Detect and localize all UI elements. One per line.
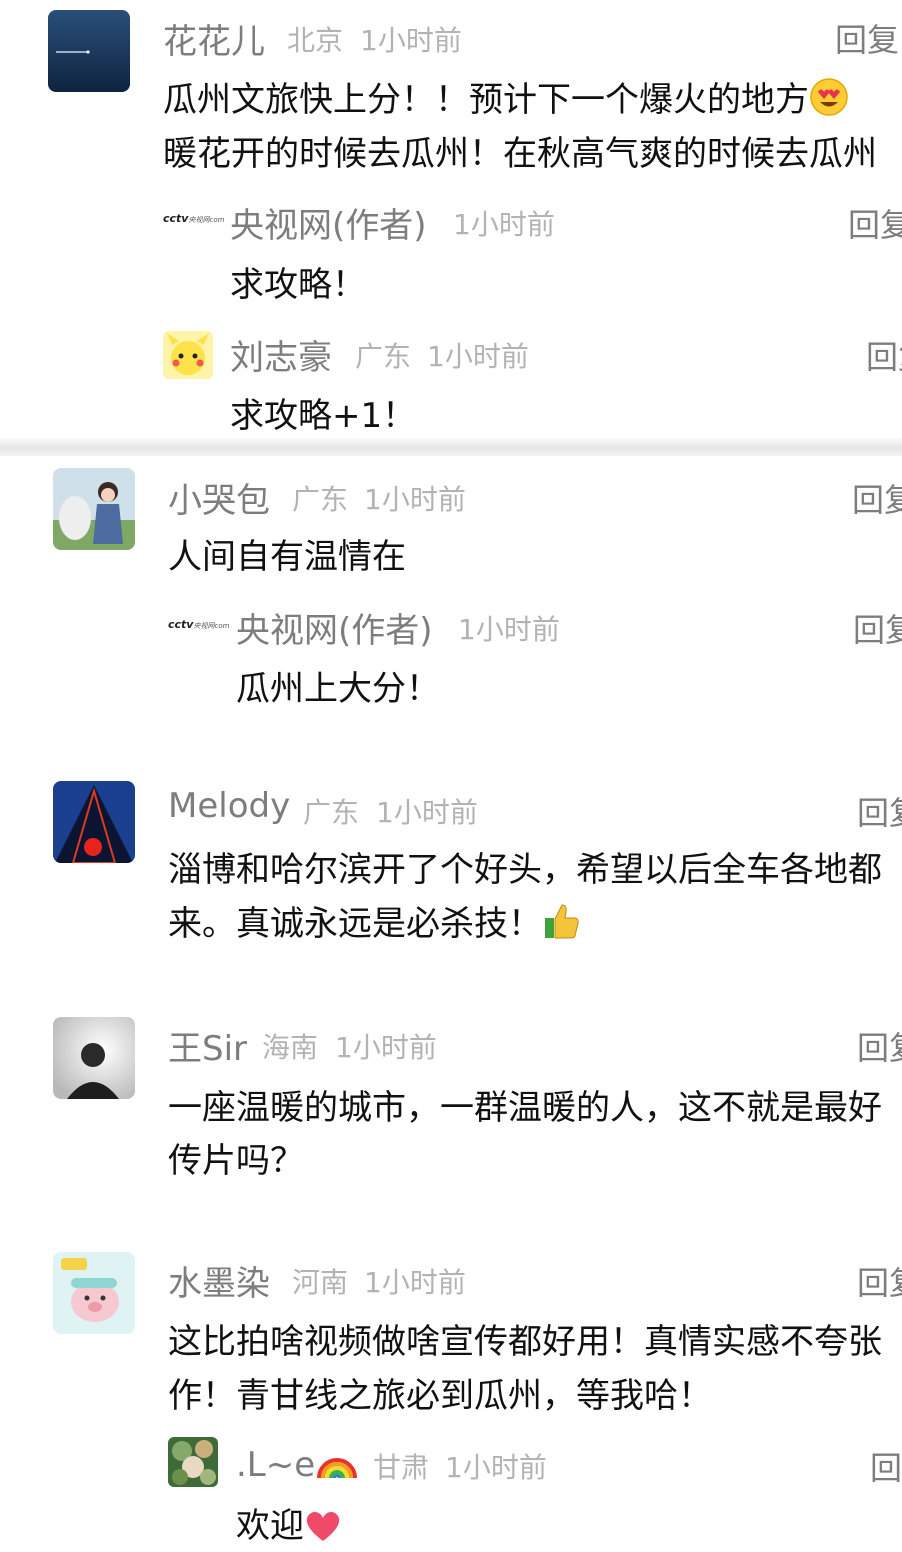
comment-text: 来。真诚永远是必杀技！ xyxy=(168,904,542,944)
comment-location: 河南 xyxy=(292,1266,349,1299)
comment-text: 人间自有温情在 xyxy=(168,537,406,577)
reply-time: 1小时前 xyxy=(453,208,555,241)
avatar[interactable] xyxy=(53,468,135,550)
reply-button[interactable]: 回复 xyxy=(866,332,902,378)
comment-text-line: 来。真诚永远是必杀技！ xyxy=(168,896,582,950)
reply-button[interactable]: 回复 xyxy=(848,200,902,246)
comment-author[interactable]: 小哭包 xyxy=(168,473,270,522)
comment-item: 小哭包 广东 1小时前 回复 人间自有温情在 cctv央视网com 央视网(作者… xyxy=(0,456,902,756)
comment-item: 王Sir 海南 1小时前 回复 一座温暖的城市，一群温暖的人，这不就是最好 传片… xyxy=(0,1005,902,1225)
comment-text: 这比拍啥视频做啥宣传都好用！真情实感不夸张 xyxy=(168,1322,882,1362)
avatar[interactable] xyxy=(48,10,130,92)
reply-author[interactable]: .L~e xyxy=(236,1442,359,1491)
comment-author[interactable]: Melody xyxy=(168,786,290,826)
comment-location: 北京 xyxy=(287,24,344,57)
reply-button[interactable]: 回复 xyxy=(853,605,902,651)
comment-time: 1小时前 xyxy=(364,483,466,516)
comment-author[interactable]: 水墨染 xyxy=(168,1256,270,1305)
reply-text: 求攻略+1！ xyxy=(230,396,417,436)
reply-author[interactable]: 央视网(作者) xyxy=(236,603,433,652)
comment-text: 淄博和哈尔滨开了个好头，希望以后全车各地都 xyxy=(168,850,882,890)
comment-text: 一座温暖的城市，一群温暖的人，这不就是最好 xyxy=(168,1088,882,1128)
reply-button[interactable]: 回复 xyxy=(870,1443,902,1489)
comment-text-line: 瓜州文旅快上分！！预计下一个爆火的地方 xyxy=(163,72,849,126)
comment-location: 广东 xyxy=(303,796,360,829)
reply-author[interactable]: 央视网(作者) xyxy=(230,198,427,247)
comment-text: 作！青甘线之旅必到瓜州，等我哈！ xyxy=(168,1376,712,1416)
comment-author[interactable]: 王Sir xyxy=(168,1021,247,1070)
cctv-logo: cctv央视网com xyxy=(168,618,230,631)
avatar[interactable] xyxy=(168,1437,218,1487)
comment-text: 瓜州文旅快上分！！预计下一个爆火的地方 xyxy=(163,80,809,120)
section-divider xyxy=(0,438,902,456)
reply-location: 广东 xyxy=(355,340,412,373)
reply-text: 瓜州上大分！ xyxy=(236,669,440,709)
comment-item: Melody 广东 1小时前 回复 淄博和哈尔滨开了个好头，希望以后全车各地都 … xyxy=(0,770,902,990)
avatar[interactable] xyxy=(53,1017,135,1099)
reply-button[interactable]: 回复 xyxy=(835,15,899,61)
heart-eyes-emoji xyxy=(809,77,849,126)
reply-button[interactable]: 回复 xyxy=(857,1258,902,1304)
reply-button[interactable]: 回复 xyxy=(852,475,902,521)
comment-item: 花花儿 北京 1小时前 回复 瓜州文旅快上分！！预计下一个爆火的地方 暖花开的时… xyxy=(0,0,902,438)
reply-time: 1小时前 xyxy=(458,613,560,646)
comment-author[interactable]: 花花儿 xyxy=(163,14,265,63)
reply-button[interactable]: 回复 xyxy=(857,1023,902,1069)
reply-time: 1小时前 xyxy=(445,1451,547,1484)
comment-text: 暖花开的时候去瓜州！在秋高气爽的时候去瓜州 xyxy=(163,134,877,174)
comment-time: 1小时前 xyxy=(335,1031,437,1064)
comment-item: 水墨染 河南 1小时前 回复 这比拍啥视频做啥宣传都好用！真情实感不夸张 作！青… xyxy=(0,1240,902,1546)
comment-time: 1小时前 xyxy=(376,796,478,829)
cctv-logo: cctv央视网com xyxy=(163,212,225,225)
thumbs-up-emoji xyxy=(542,901,582,950)
comment-location: 海南 xyxy=(262,1031,319,1064)
rainbow-emoji xyxy=(315,1442,359,1491)
heart-emoji xyxy=(304,1509,342,1552)
comment-time: 1小时前 xyxy=(364,1266,466,1299)
avatar[interactable] xyxy=(163,331,213,379)
comment-location: 广东 xyxy=(292,483,349,516)
reply-author[interactable]: 刘志豪 xyxy=(230,330,332,379)
reply-text-line: 欢迎 xyxy=(236,1498,342,1552)
avatar[interactable] xyxy=(53,1252,135,1334)
reply-button[interactable]: 回复 xyxy=(857,788,902,834)
avatar[interactable] xyxy=(53,781,135,863)
reply-time: 1小时前 xyxy=(427,340,529,373)
comment-time: 1小时前 xyxy=(360,24,462,57)
reply-text: 欢迎 xyxy=(236,1506,304,1546)
comment-text: 传片吗？ xyxy=(168,1141,304,1181)
reply-text: 求攻略！ xyxy=(230,265,366,305)
reply-location: 甘肃 xyxy=(373,1451,430,1484)
